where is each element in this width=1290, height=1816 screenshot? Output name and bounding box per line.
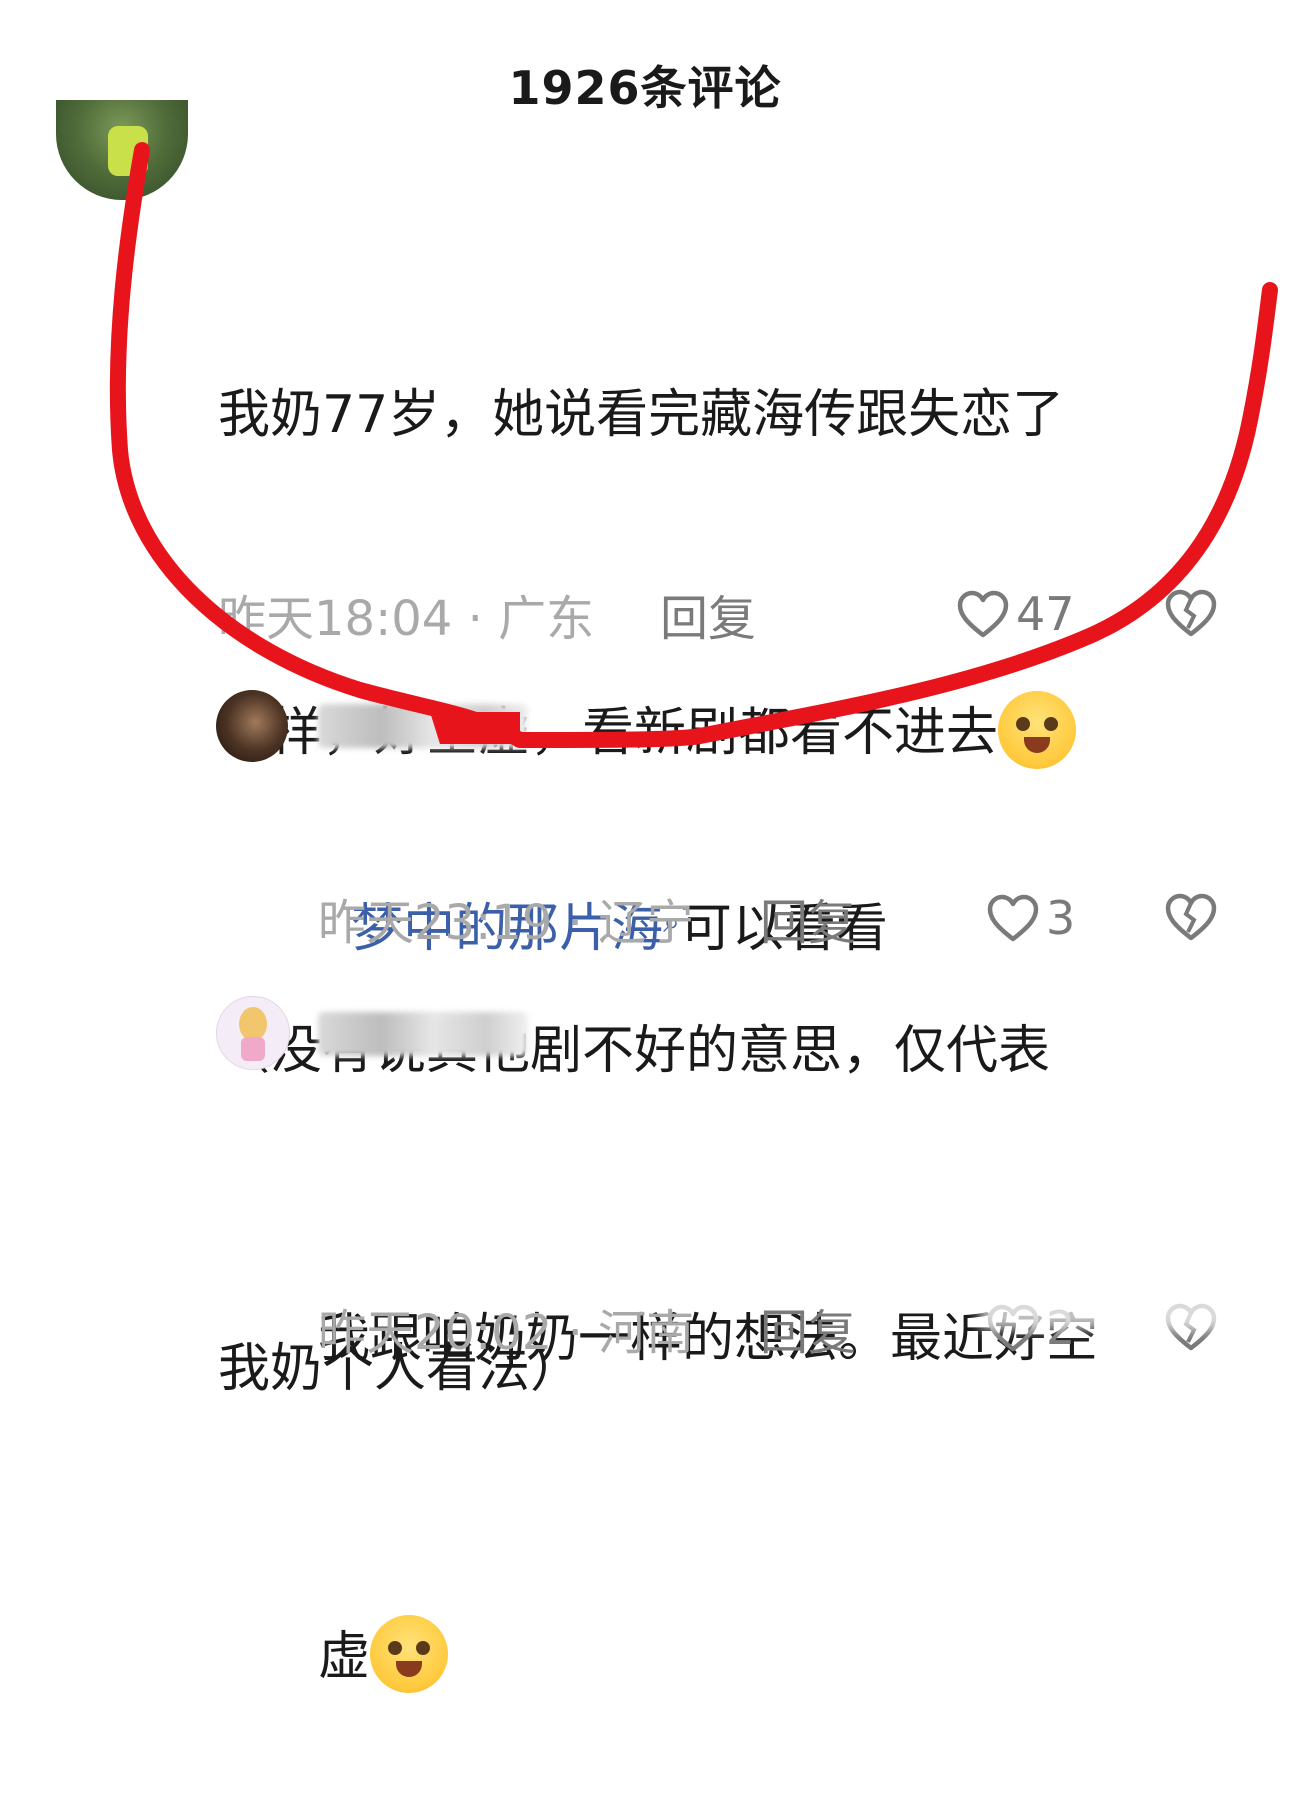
heart-icon	[956, 589, 1010, 639]
comment-meta: 昨天23:19 · 辽宁 回复 3	[318, 888, 1238, 951]
comment-meta: 昨天18:04 · 广东 回复 47	[218, 584, 1238, 647]
comment-line: 我奶77岁，她说看完藏海传跟失恋了	[218, 385, 1065, 445]
reply-line-with-emoji: 虚	[318, 1604, 1258, 1710]
page-title: 1926条评论	[508, 61, 782, 115]
reply-button[interactable]: 回复	[760, 1293, 856, 1363]
like-count: 3	[1046, 891, 1076, 945]
loudly-crying-emoji-icon	[998, 691, 1077, 769]
comment-time-location: 昨天23:19 · 辽宁	[318, 895, 695, 951]
username-redacted	[318, 1012, 528, 1056]
username-redacted	[318, 704, 528, 748]
broken-heart-icon[interactable]	[1164, 588, 1218, 638]
comment-time-location: 昨天18:04 · 广东	[218, 591, 595, 647]
reply-text: 我跟咱奶奶一样的想法。最近好空 虚	[318, 1074, 1258, 1816]
heart-icon	[986, 893, 1040, 943]
like-count: 47	[1016, 587, 1075, 641]
like-button[interactable]: 3	[986, 891, 1075, 945]
like-button[interactable]: 47	[956, 587, 1075, 641]
broken-heart-icon[interactable]	[1164, 892, 1218, 942]
reply-line: 虚	[318, 1627, 371, 1687]
reply-button[interactable]: 回复	[760, 883, 856, 953]
avatar[interactable]	[216, 996, 290, 1070]
comment-time-location: 昨天20:02 · 河南	[318, 1305, 695, 1361]
redaction-smudge	[980, 1290, 1270, 1330]
redaction-smudge	[440, 776, 680, 836]
avatar[interactable]	[216, 690, 288, 762]
reply-button[interactable]: 回复	[660, 579, 756, 649]
redaction-smudge	[700, 160, 930, 230]
pleading-crying-emoji-icon	[370, 1615, 449, 1693]
avatar[interactable]	[56, 100, 188, 200]
